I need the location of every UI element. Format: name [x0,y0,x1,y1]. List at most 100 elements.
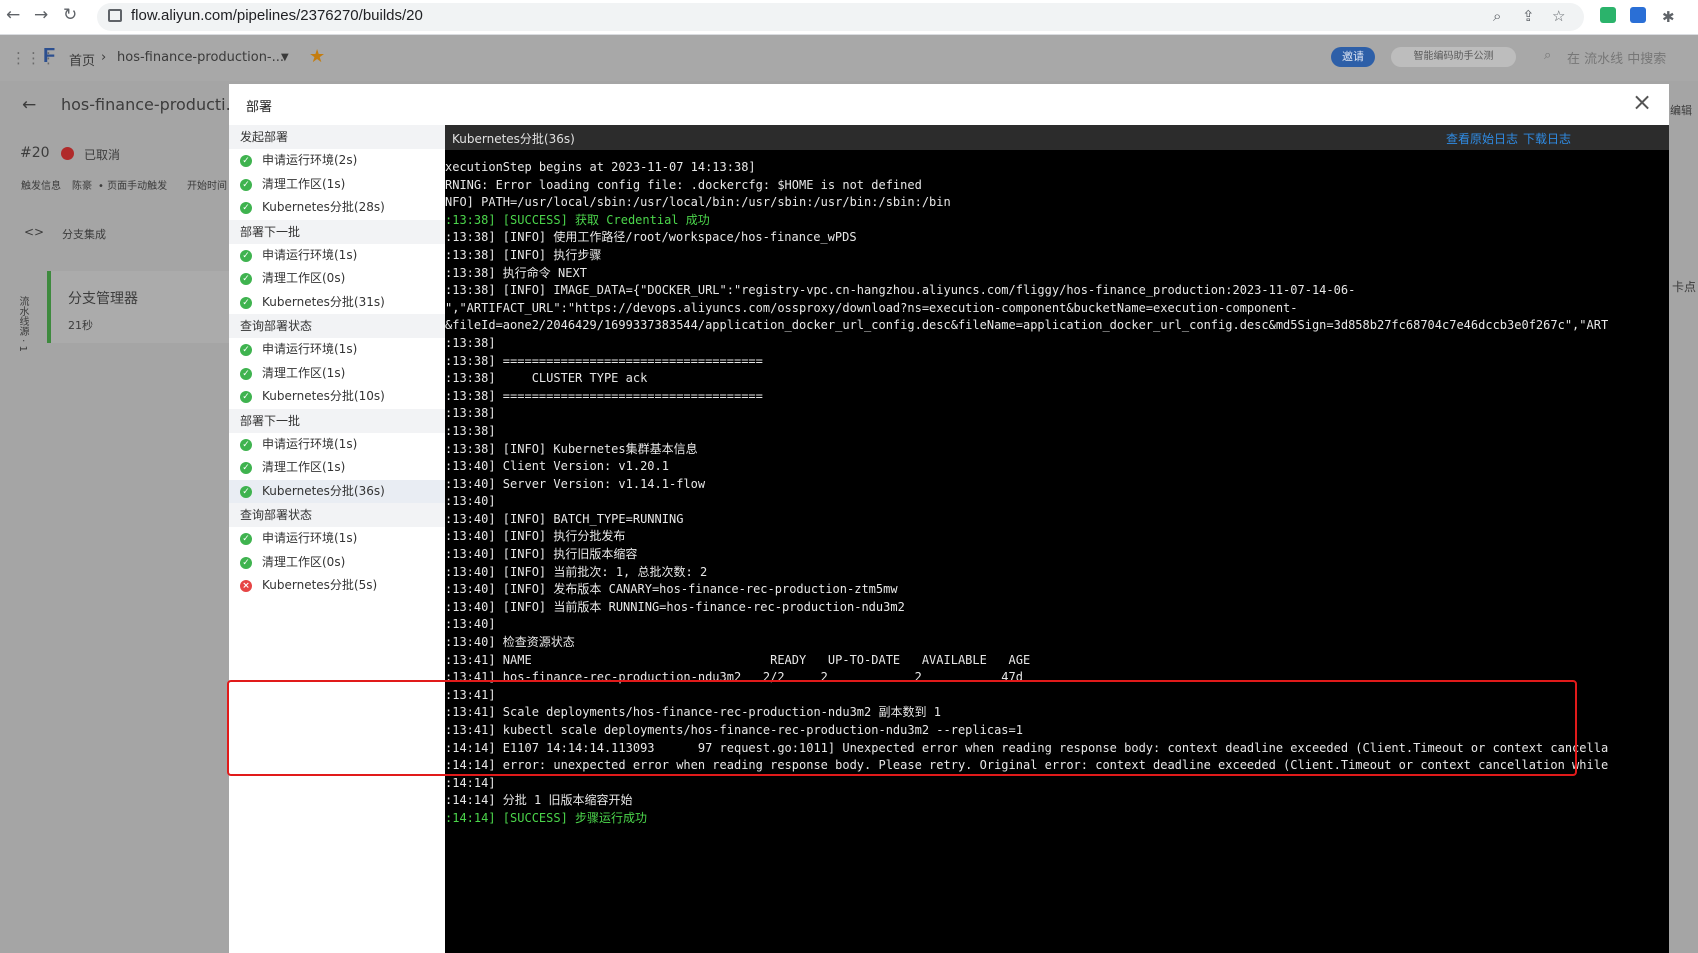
log-line: :13:40] [445,494,496,509]
share-icon[interactable]: ⇪ [1522,7,1535,25]
address-bar[interactable]: flow.aliyun.com/pipelines/2376270/builds… [97,3,1584,31]
bookmark-star-icon[interactable]: ☆ [1552,7,1565,25]
chevron-right-icon: › [101,50,107,65]
step-group-header: 查询部署状态 [229,503,445,527]
breadcrumb-pipeline[interactable]: hos-finance-production-... [117,50,284,65]
step-group-header: 发起部署 [229,125,445,149]
log-line: :14:14] [SUCCESS] 步骤运行成功 [445,810,648,825]
browser-toolbar: ← → ↻ flow.aliyun.com/pipelines/2376270/… [0,0,1698,35]
step-label: Kubernetes分批(31s) [262,294,385,309]
url-text[interactable]: flow.aliyun.com/pipelines/2376270/builds… [131,7,423,24]
log-line: :13:40] Client Version: v1.20.1 [445,459,669,474]
step-label: 申请运行环境(1s) [262,436,358,451]
extension-green-icon[interactable] [1600,7,1616,23]
check-circle-icon: ✓ [240,556,252,569]
step-label: 清理工作区(1s) [262,460,346,474]
step-item[interactable]: ✓ 清理工作区(0s) [229,551,445,575]
error-highlight-box [227,680,1577,776]
step-item[interactable]: ✓ 清理工作区(0s) [229,267,445,291]
log-line: :13:38] [INFO] Kubernetes集群基本信息 [445,441,698,456]
step-group-header: 部署下一批 [229,408,445,433]
step-label: 清理工作区(0s) [262,554,346,569]
step-item[interactable]: ✓ 申请运行环境(1s) [229,433,445,457]
download-log-link[interactable]: 下载日志 [1523,130,1571,147]
check-circle-icon: ✓ [240,438,252,451]
check-circle-icon: ✓ [240,485,252,498]
view-raw-log-link[interactable]: 查看原始日志 [1446,130,1518,147]
log-line: RNING: Error loading config file: .docke… [445,177,922,192]
log-line: :14:14] 分批 1 旧版本缩容开始 [445,793,633,808]
extension-blue-icon[interactable] [1630,7,1646,23]
breadcrumb-home[interactable]: 首页 [69,50,95,69]
check-circle-icon: ✓ [240,249,252,262]
trigger-method: • 页面手动触发 [98,181,168,192]
log-line: :13:38] [445,423,496,438]
step-item[interactable]: ✓ 清理工作区(1s) [229,362,445,386]
chevron-down-icon[interactable]: ▼ [281,52,289,63]
error-circle-icon: × [240,580,252,592]
log-line: :13:40] [INFO] 当前版本 RUNNING=hos-finance-… [445,599,905,614]
step-item[interactable]: × Kubernetes分批(5s) [229,574,445,598]
log-line: &fileId=aone2/2046429/1699337383544/appl… [445,318,1609,333]
close-icon[interactable]: × [1632,88,1652,116]
step-item[interactable]: ✓ Kubernetes分批(10s) [229,385,445,409]
check-circle-icon: ✓ [240,462,252,474]
modal-header: 部署 × [229,84,1669,126]
gate-label-cut: 卡点 [1672,280,1697,294]
log-output[interactable]: xecutionStep begins at 2023-11-07 14:13:… [445,159,1669,949]
log-line: :13:40] Server Version: v1.14.1-flow [445,476,706,491]
step-item[interactable]: ✓ 清理工作区(1s) [229,173,445,197]
trigger-user: 陈豪 [72,181,92,192]
step-group-header: 查询部署状态 [229,314,445,338]
back-arrow-icon[interactable]: ← [6,5,20,25]
check-circle-icon: ✓ [240,533,252,545]
check-circle-icon: ✓ [240,178,252,191]
step-label: 清理工作区(1s) [262,176,346,191]
step-item-active[interactable]: ✓ Kubernetes分批(36s) [229,479,445,503]
stage-card-duration: 21秒 [68,319,93,332]
log-line: :13:38] [INFO] 使用工作路径/root/workspace/hos… [445,230,857,245]
modal-title: 部署 [246,100,273,115]
extensions-puzzle-icon[interactable]: ✱ [1662,8,1675,26]
step-label: 申请运行环境(2s) [262,153,358,167]
step-item[interactable]: ✓ 申请运行环境(1s) [229,338,445,362]
check-circle-icon: ✓ [240,273,252,285]
log-line: :13:40] [INFO] 执行旧版本缩容 [445,547,638,562]
reload-icon[interactable]: ↻ [63,5,77,25]
step-label: Kubernetes分批(28s) [262,200,385,214]
log-line: :13:41] NAME READY UP-TO-DATE AVAILABLE … [445,652,1031,667]
zoom-icon[interactable]: ⌕ [1493,7,1501,25]
step-label: 清理工作区(1s) [262,365,346,380]
step-item[interactable]: ✓ 申请运行环境(1s) [229,244,445,268]
check-circle-icon: ✓ [240,344,252,356]
stage-card[interactable]: 分支管理器 21秒 [47,271,231,343]
pipeline-search-input[interactable]: 在 流水线 中搜索 [1567,48,1666,67]
log-header: Kubernetes分批(36s) 查看原始日志 下载日志 [445,125,1669,150]
step-item[interactable]: ✓ 申请运行环境(2s) [229,149,445,173]
log-line: NFO] PATH=/usr/local/sbin:/usr/local/bin… [445,195,951,210]
code-icon: <> [24,225,45,239]
step-item[interactable]: ✓ 清理工作区(1s) [229,456,445,480]
step-label: 申请运行环境(1s) [262,247,358,262]
edit-button[interactable]: 编辑 [1670,102,1692,118]
log-line: xecutionStep begins at 2023-11-07 14:13:… [445,160,756,174]
invite-button[interactable]: 邀请 [1331,47,1375,67]
favorite-star-icon[interactable]: ★ [309,46,325,67]
step-item[interactable]: ✓ Kubernetes分批(28s) [229,196,445,220]
log-line: :13:38] 执行命令 NEXT [445,265,587,280]
log-line: :13:40] [INFO] BATCH_TYPE=RUNNING [445,511,684,526]
step-item[interactable]: ✓ 申请运行环境(1s) [229,527,445,551]
log-line: ","ARTIFACT_URL":"https://devops.aliyunc… [445,300,1298,315]
step-item[interactable]: ✓ Kubernetes分批(31s) [229,291,445,315]
step-label: 申请运行环境(1s) [262,531,358,545]
app-header: ⋮⋮⋮ F 首页 › hos-finance-production-... ▼ … [0,35,1698,81]
stage-label: 分支集成 [62,228,106,241]
back-arrow-icon[interactable]: ← [22,95,36,115]
check-circle-icon: ✓ [240,367,252,380]
assistant-banner[interactable]: 智能编码助手公测 [1391,47,1516,67]
forward-arrow-icon[interactable]: → [34,5,48,25]
cancelled-status-icon [61,147,74,160]
flow-logo[interactable]: F [43,45,55,68]
search-icon[interactable]: ⌕ [1544,48,1551,63]
check-circle-icon: ✓ [240,155,252,167]
